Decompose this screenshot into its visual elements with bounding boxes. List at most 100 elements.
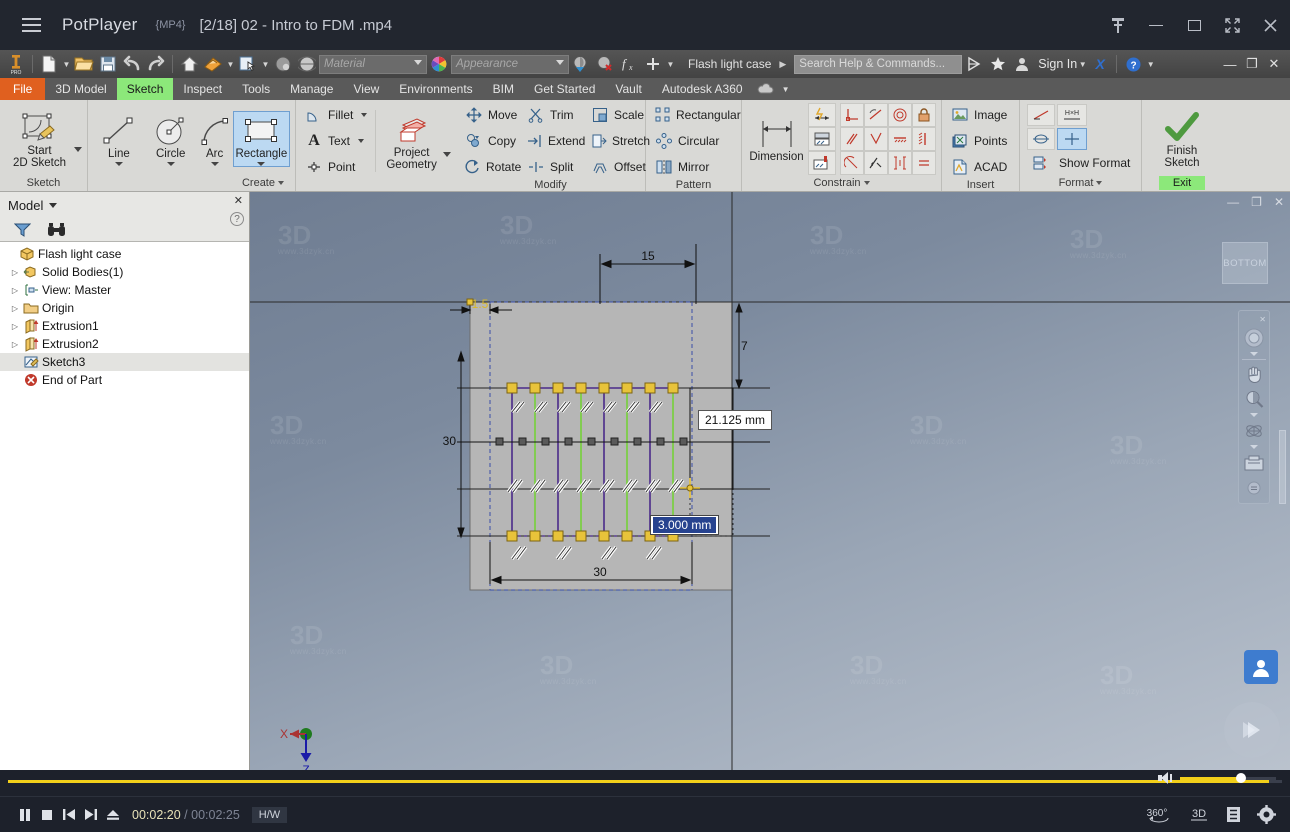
tab-file[interactable]: File <box>0 78 46 100</box>
maximize-icon[interactable] <box>1184 15 1204 35</box>
expand-arrow-icon[interactable]: ▷ <box>8 340 22 349</box>
vertical-constraint-icon[interactable] <box>912 127 936 151</box>
adjust-appearance-icon[interactable] <box>569 52 593 76</box>
center-point-format-icon[interactable] <box>1057 127 1087 150</box>
stop-icon[interactable] <box>36 804 58 826</box>
start-2d-sketch-button[interactable]: Start 2D Sketch <box>5 109 74 169</box>
tab-environments[interactable]: Environments <box>389 78 482 100</box>
circular-pattern-button[interactable]: Circular <box>651 129 743 153</box>
tab-manage[interactable]: Manage <box>280 78 343 100</box>
graphics-canvas[interactable]: — ❐ ✕ 3D www.3dzyk.cn 3D www.3dzyk.cn 3D ww… <box>250 192 1290 770</box>
search-input[interactable]: Search Help & Commands... <box>794 54 963 74</box>
copy-button[interactable]: Copy <box>461 129 523 153</box>
expand-arrow-icon[interactable]: ▷ <box>8 268 22 277</box>
text-button[interactable]: A Text <box>301 129 371 153</box>
return-dropdown-arrow[interactable]: ▼ <box>225 53 236 75</box>
dimension-15[interactable]: 15 <box>641 249 655 263</box>
driven-dimension-icon[interactable]: H×H <box>1057 103 1087 126</box>
account-icon[interactable] <box>1010 52 1034 76</box>
canvas-close-icon[interactable]: ✕ <box>1274 195 1284 209</box>
circle-button[interactable]: Circle <box>145 112 197 166</box>
tree-item-solid-bodies[interactable]: ▷ Solid Bodies(1) <box>0 263 249 281</box>
parameters-icon[interactable]: fx <box>617 52 641 76</box>
viewcube[interactable]: BOTTOM <box>1222 242 1268 284</box>
scroll-handle[interactable] <box>1279 430 1286 504</box>
qat-customize-arrow[interactable]: ▼ <box>665 53 676 75</box>
next-icon[interactable] <box>80 804 102 826</box>
dimension-1_5[interactable]: 1.5 <box>472 297 489 311</box>
canvas-minimize-icon[interactable]: — <box>1227 195 1239 209</box>
volume-icon[interactable] <box>1158 772 1172 784</box>
create-panel-expand-arrow[interactable] <box>278 180 284 185</box>
tab-tools[interactable]: Tools <box>232 78 280 100</box>
trim-button[interactable]: Trim <box>523 103 587 127</box>
return-icon[interactable] <box>201 52 225 76</box>
home-icon[interactable] <box>177 52 201 76</box>
construction-format-icon[interactable] <box>1027 103 1055 126</box>
tab-autodesk-a360[interactable]: Autodesk A360 <box>652 78 753 100</box>
browser-close-icon[interactable]: ✕ <box>234 194 243 207</box>
close-icon[interactable] <box>1260 15 1280 35</box>
inventor-restore-icon[interactable]: ❐ <box>1242 54 1262 74</box>
new-icon[interactable] <box>37 52 61 76</box>
fullscreen-icon[interactable] <box>1222 15 1242 35</box>
offset-button[interactable]: Offset <box>587 155 651 179</box>
project-geometry-dropdown-arrow[interactable] <box>443 152 451 157</box>
3d-button[interactable]: 3D <box>1188 806 1210 824</box>
tree-item-view-master[interactable]: ▷ View: Master <box>0 281 249 299</box>
appearance-globe-icon[interactable] <box>295 52 319 76</box>
navigation-wheel-dropdown-arrow[interactable] <box>1250 352 1258 356</box>
select-icon[interactable] <box>236 52 260 76</box>
tree-item-end-of-part[interactable]: End of Part <box>0 371 249 389</box>
appearance-combo[interactable]: Appearance <box>451 54 569 74</box>
insert-points-button[interactable]: Points <box>947 129 1014 153</box>
rectangle-button[interactable]: Rectangle <box>232 110 290 167</box>
perpendicular-constraint-icon[interactable] <box>840 103 864 127</box>
select-dropdown-arrow[interactable]: ▼ <box>260 53 271 75</box>
tab-get-started[interactable]: Get Started <box>524 78 605 100</box>
tree-item-flash-light-case[interactable]: Flash light case <box>0 245 249 263</box>
appearance-color-wheel-icon[interactable] <box>427 52 451 76</box>
tree-item-origin[interactable]: ▷ Origin <box>0 299 249 317</box>
help-icon[interactable]: ? <box>1121 52 1145 76</box>
expand-arrow-icon[interactable]: ▷ <box>8 286 22 295</box>
gear-icon[interactable] <box>1257 805 1276 824</box>
format-panel-expand-arrow[interactable] <box>1096 180 1103 185</box>
start-2d-sketch-dropdown-arrow[interactable] <box>74 147 82 152</box>
tab-bim[interactable]: BIM <box>483 78 524 100</box>
collinear-constraint-icon[interactable] <box>888 151 912 175</box>
parallel-constraint-icon[interactable] <box>840 127 864 151</box>
extend-button[interactable]: Extend <box>523 129 587 153</box>
dimension-left-30[interactable]: 30 <box>443 434 457 448</box>
volume-slider[interactable] <box>1180 773 1276 783</box>
browser-dropdown-arrow[interactable] <box>49 202 58 208</box>
playlist-icon[interactable] <box>1226 806 1241 823</box>
a360-avatar-button[interactable] <box>1244 650 1278 684</box>
look-at-camera-icon[interactable] <box>1241 452 1267 474</box>
tree-item-extrusion1[interactable]: ▷ Extrusion1 <box>0 317 249 335</box>
insert-image-button[interactable]: Image <box>947 103 1014 127</box>
insert-acad-button[interactable]: ACAD <box>947 155 1014 179</box>
rotate-button[interactable]: Rotate <box>461 155 523 179</box>
document-dropdown-arrow[interactable]: ▶ <box>779 59 786 70</box>
canvas-restore-icon[interactable]: ❐ <box>1251 195 1262 209</box>
smooth-constraint-icon[interactable] <box>840 151 864 175</box>
dimension-button[interactable]: Dimension <box>747 115 806 163</box>
full-navigation-wheel-icon[interactable] <box>1241 327 1267 349</box>
centerline-format-icon[interactable] <box>1027 127 1055 150</box>
favorites-star-icon[interactable] <box>986 52 1010 76</box>
tree-item-extrusion2[interactable]: ▷ Extrusion2 <box>0 335 249 353</box>
pan-hand-icon[interactable] <box>1241 363 1267 385</box>
show-format-label[interactable]: Show Format <box>1059 156 1130 170</box>
arc-button[interactable]: Arc <box>197 112 233 166</box>
rectangle-dropdown-arrow[interactable] <box>257 161 266 166</box>
zoom-magnifier-icon[interactable] <box>1241 388 1267 410</box>
split-button[interactable]: Split <box>523 155 587 179</box>
orbit-dropdown-arrow[interactable] <box>1250 445 1258 449</box>
broadcast-icon[interactable] <box>962 52 986 76</box>
previous-icon[interactable] <box>58 804 80 826</box>
open-icon[interactable] <box>72 52 96 76</box>
volume-control[interactable] <box>1158 772 1276 784</box>
pause-icon[interactable] <box>14 804 36 826</box>
help-icon[interactable]: ? <box>230 212 244 226</box>
